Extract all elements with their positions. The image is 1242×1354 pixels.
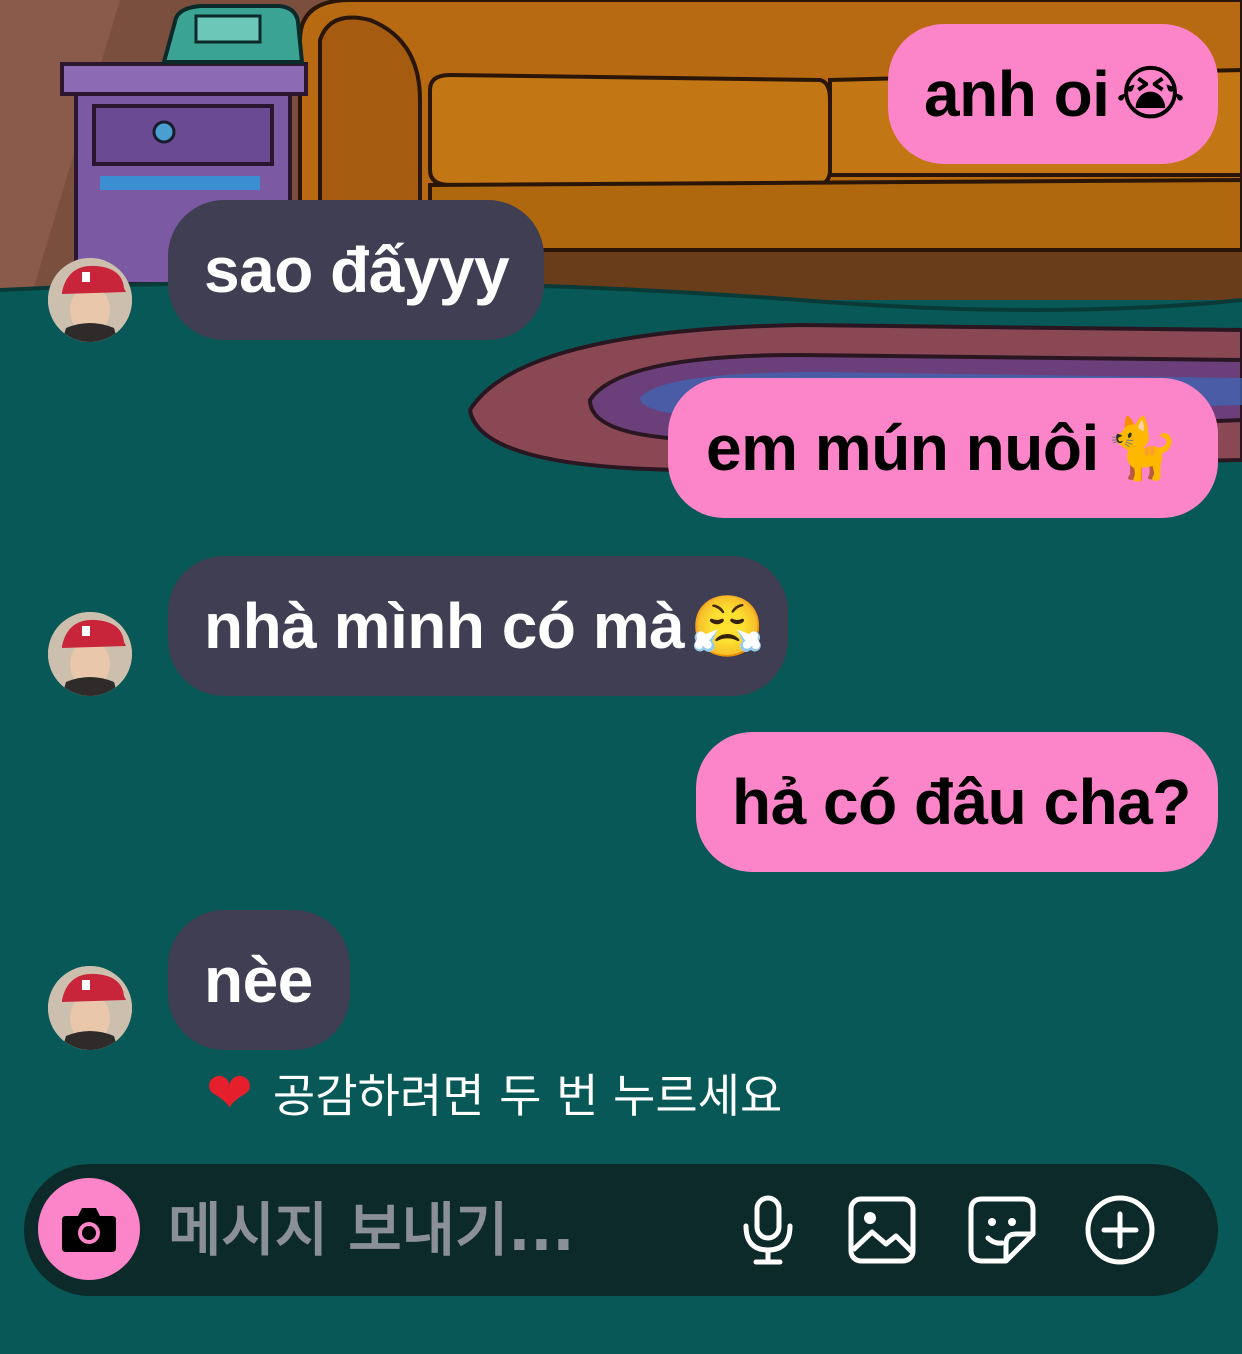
outgoing-message-bubble[interactable]: em mún nuôi 🐈 [668,378,1218,518]
message-text: anh oi [924,58,1110,130]
incoming-message-bubble[interactable]: nhà mình có mà 😤 [168,556,788,696]
message-composer [24,1164,1218,1296]
sticker-icon [968,1196,1036,1264]
message-text: nèe [204,944,313,1016]
gallery-button[interactable] [844,1192,920,1268]
message-text: hả có đâu cha? [732,766,1191,838]
incoming-message-bubble[interactable]: sao đấyyy [168,200,544,340]
outgoing-message-bubble[interactable]: hả có đâu cha? [696,732,1218,872]
camera-button[interactable] [38,1178,140,1280]
avatar[interactable] [48,258,132,342]
microphone-button[interactable] [730,1192,806,1268]
heart-icon: ❤ [206,1060,253,1126]
microphone-icon [743,1195,793,1265]
more-options-button[interactable] [1082,1192,1158,1268]
gallery-icon [848,1196,916,1264]
avatar[interactable] [48,612,132,696]
cat-emoji-icon: 🐈 [1104,414,1180,482]
plus-circle-icon [1085,1195,1155,1265]
steam-from-nose-emoji-icon: 😤 [690,592,765,660]
message-text: nhà mình có mà [204,590,685,662]
incoming-message-bubble[interactable]: nèe [168,910,350,1050]
message-text: em mún nuôi [706,412,1099,484]
outgoing-message-bubble[interactable]: anh oi 😭 [888,24,1218,164]
avatar[interactable] [48,966,132,1050]
camera-icon [62,1208,116,1252]
loudly-crying-emoji-icon: 😭 [1115,60,1186,127]
message-text: sao đấyyy [204,234,510,306]
message-input[interactable] [168,1184,728,1276]
sticker-button[interactable] [964,1192,1040,1268]
double-tap-to-like-hint: ❤ 공감하려면 두 번 누르세요 [206,1060,782,1126]
hint-text: 공감하려면 두 번 누르세요 [272,1069,783,1123]
